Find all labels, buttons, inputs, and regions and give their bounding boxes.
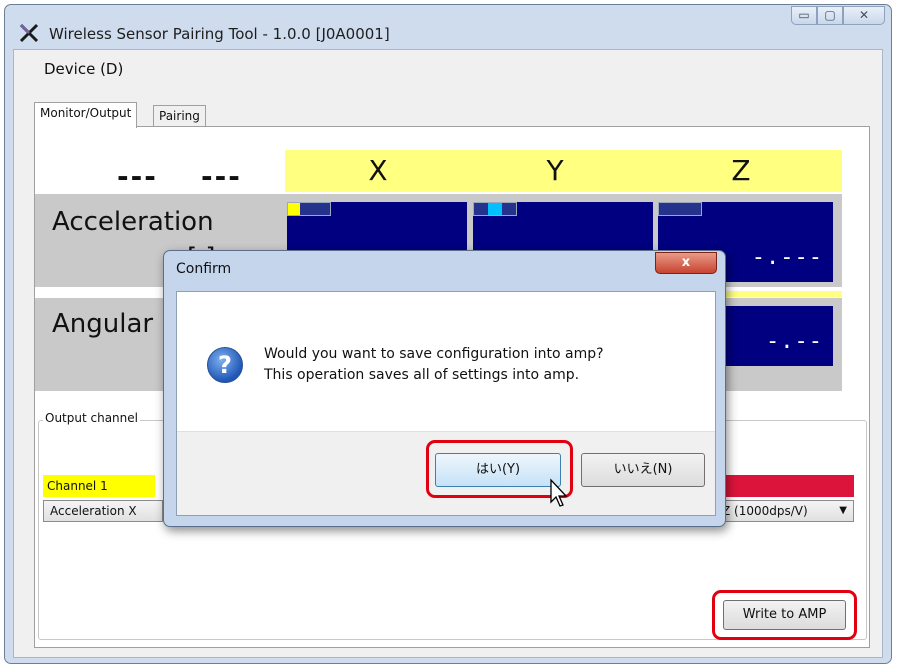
axis-x-label: X [368,154,388,187]
app-logo-icon [19,23,39,43]
question-icon: ? [207,347,243,383]
axis-y-label: Y [546,154,564,187]
maximize-button[interactable]: ▢ [817,6,843,25]
tab-monitor-output[interactable]: Monitor/Output [34,102,138,128]
window-title: Wireless Sensor Pairing Tool - 1.0.0 [J0… [49,25,390,43]
angular-label: Angular [52,309,154,339]
close-icon: ✕ [858,8,870,22]
tab-pairing[interactable]: Pairing [153,105,206,127]
dialog-title: Confirm [176,261,232,277]
chevron-down-icon: ▼ [839,505,847,516]
confirm-dialog: Confirm x ? Would you want to save confi… [163,250,726,527]
acceleration-z-readout: -.--- [751,245,823,270]
dialog-close-button[interactable]: x [655,252,717,274]
output-channel-title: Output channel [43,411,140,425]
no-button[interactable]: いいえ(N) [581,453,705,487]
maximize-icon: ▢ [824,8,836,22]
dialog-message-line-2: This operation saves all of settings int… [264,367,580,383]
title-bar[interactable]: Wireless Sensor Pairing Tool - 1.0.0 [J0… [5,5,891,49]
acceleration-y-level [473,202,517,216]
menu-bar: Device (D) [14,50,882,88]
channel-4-select-value: Z (1000dps/V) [722,504,808,518]
write-button-highlight [712,590,857,640]
angular-z-readout: -.-- [766,329,823,354]
channel-1-select-value: Acceleration X [50,504,137,518]
acceleration-x-level [287,202,331,216]
close-button[interactable]: ✕ [843,6,885,25]
channel-4-select[interactable]: Z (1000dps/V) ▼ [715,500,854,522]
dialog-message: Would you want to save configuration int… [264,344,604,386]
axis-z-label: Z [731,154,751,187]
close-icon: x [681,255,691,270]
acceleration-z-level [658,202,702,216]
minimize-button[interactable]: ▭ [791,6,817,25]
header-placeholder-2: --- [201,160,242,193]
channel-1-select[interactable]: Acceleration X [43,500,163,522]
channel-1-label: Channel 1 [43,475,155,497]
acceleration-label: Acceleration [52,207,214,237]
menu-device[interactable]: Device (D) [44,60,123,78]
dialog-footer: はい(Y) いいえ(N) [177,431,715,515]
axis-header: X Y Z [285,150,842,192]
channel-4-label [715,475,854,497]
header-placeholder-1: --- [117,160,158,193]
dialog-body: ? Would you want to save configuration i… [176,291,716,516]
mouse-pointer-icon [550,478,568,507]
minimize-icon: ▭ [798,8,810,22]
dialog-message-line-1: Would you want to save configuration int… [264,346,604,362]
